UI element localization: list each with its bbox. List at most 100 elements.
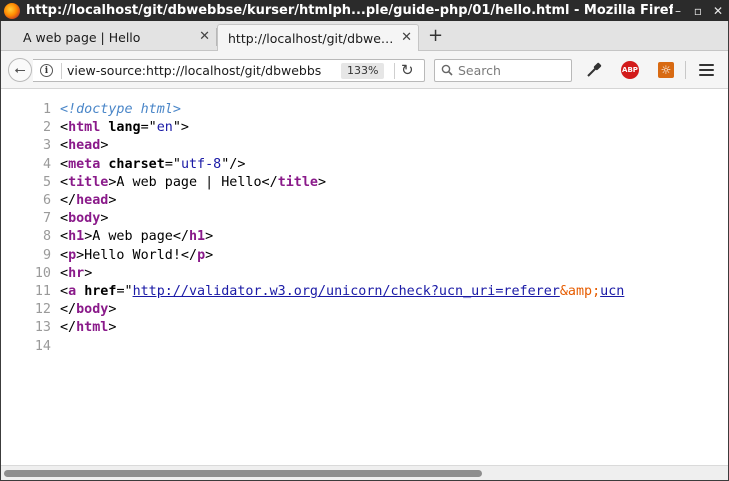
source-line: 3 <head>: [1, 137, 728, 155]
source-token: <: [60, 247, 69, 263]
line-number: 14: [34, 338, 51, 354]
source-token: body: [68, 211, 101, 227]
source-line: 7 <body>: [1, 210, 728, 228]
source-token: >: [205, 229, 214, 245]
extension-button[interactable]: ☼: [656, 60, 676, 80]
source-code: <title>A web page | Hello</title>: [60, 174, 326, 192]
source-link-fragment[interactable]: http://validator.w3.org/unicorn/check?uc…: [133, 284, 560, 299]
source-token: <: [60, 156, 69, 172]
hamburger-menu-icon: [698, 64, 714, 76]
tab-view-source[interactable]: http://localhost/git/dbwe… ✕: [217, 24, 419, 51]
source-code: </body>: [60, 301, 116, 319]
reload-icon[interactable]: ↻: [401, 61, 414, 79]
source-link-fragment[interactable]: ucn: [600, 284, 624, 299]
line-number: 1: [42, 102, 51, 117]
source-code: <p>Hello World!</p>: [60, 247, 213, 265]
source-token: <: [60, 211, 69, 227]
close-icon[interactable]: ✕: [713, 4, 723, 18]
browser-window: A web page | Hello ✕ http://localhost/gi…: [1, 21, 728, 480]
line-number: 12: [34, 302, 51, 318]
search-input[interactable]: Search: [458, 63, 501, 78]
new-tab-button[interactable]: +: [428, 25, 443, 46]
source-token: p: [197, 247, 206, 263]
source-token: head: [68, 138, 101, 154]
back-button[interactable]: ⭠: [8, 58, 32, 82]
source-token: >: [108, 320, 117, 336]
horizontal-scrollbar[interactable]: [1, 465, 728, 480]
source-token: body: [76, 302, 109, 318]
source-token: <: [60, 284, 69, 299]
source-code: <h1>A web page</h1>: [60, 228, 213, 246]
source-token: >: [108, 193, 117, 208]
eyedropper-button[interactable]: [584, 60, 604, 80]
source-line: 4 <meta charset="utf-8"/>: [1, 156, 728, 174]
scrollbar-thumb[interactable]: [4, 470, 482, 477]
source-line: 13 </html>: [1, 319, 728, 337]
source-token: h1: [189, 229, 206, 245]
firefox-icon: [4, 2, 20, 19]
source-token: h1: [68, 229, 85, 245]
source-token: <: [60, 120, 69, 136]
window-controls: – ▫ ✕: [673, 4, 723, 18]
source-code: <!doctype html>: [60, 101, 181, 119]
line-number: 10: [34, 265, 51, 281]
source-code: </html>: [60, 319, 116, 337]
source-code: <hr>: [60, 265, 92, 283]
line-number: 11: [34, 284, 51, 299]
source-code: <html lang="en">: [60, 119, 189, 137]
source-token: >: [100, 211, 109, 227]
source-token: utf-8: [180, 156, 222, 172]
line-number: 7: [42, 211, 51, 227]
window-title: http://localhost/git/dbwebbse/kurser/htm…: [26, 3, 673, 18]
source-token: [76, 284, 84, 299]
source-token: <!doctype html>: [60, 102, 181, 117]
line-number: 3: [42, 138, 51, 154]
url-bar[interactable]: i view-source:http://localhost/git/dbweb…: [33, 59, 425, 82]
source-token: a: [68, 284, 77, 299]
search-bar[interactable]: Search: [434, 59, 572, 82]
source-token: title: [277, 174, 318, 190]
source-token: title: [68, 174, 109, 190]
maximize-icon[interactable]: ▫: [693, 4, 703, 18]
line-number: 6: [42, 193, 51, 208]
adblock-plus-button[interactable]: ABP: [620, 60, 640, 80]
source-token: >: [84, 265, 93, 281]
source-token: =": [140, 120, 157, 136]
url-divider: [61, 63, 62, 79]
close-tab-icon[interactable]: ✕: [401, 30, 412, 45]
source-line: 11 <a href="http://validator.w3.org/unico…: [1, 283, 728, 301]
tab-web-page-hello[interactable]: A web page | Hello ✕: [1, 24, 216, 51]
close-tab-icon[interactable]: ✕: [199, 29, 210, 44]
gear-icon: ☼: [658, 62, 674, 78]
line-number: 9: [42, 247, 51, 263]
source-code: </head>: [60, 192, 116, 210]
source-line: 12 </body>: [1, 301, 728, 319]
source-token: >A web page</: [84, 229, 189, 245]
minimize-icon[interactable]: –: [673, 4, 683, 18]
url-input[interactable]: view-source:http://localhost/git/dbwebbs: [67, 63, 331, 78]
line-number: 13: [34, 320, 51, 336]
source-token: >: [205, 247, 214, 263]
zoom-level-badge[interactable]: 133%: [341, 63, 385, 79]
source-token: <: [60, 174, 69, 190]
site-info-icon[interactable]: i: [40, 64, 53, 77]
source-token: html: [68, 120, 101, 136]
source-token: <: [60, 138, 69, 154]
open-menu-button[interactable]: [696, 60, 716, 80]
source-token: </: [60, 320, 77, 336]
tab-strip: A web page | Hello ✕ http://localhost/gi…: [1, 21, 728, 51]
source-token: hr: [68, 265, 85, 281]
source-line: 2 <html lang="en">: [1, 119, 728, 137]
source-token: >: [108, 302, 117, 318]
source-token: </: [60, 302, 77, 318]
source-line: 9 <p>Hello World!</p>: [1, 247, 728, 265]
line-number: 5: [42, 174, 51, 190]
source-line: 14: [1, 338, 728, 356]
source-token: meta: [68, 156, 101, 172]
back-arrow-icon: ⭠: [14, 62, 26, 78]
source-token: en: [156, 120, 173, 136]
line-number: 2: [42, 120, 51, 136]
source-line: 5 <title>A web page | Hello</title>: [1, 174, 728, 192]
source-line: 1 <!doctype html>: [1, 101, 728, 119]
tab-label: A web page | Hello: [23, 30, 141, 45]
